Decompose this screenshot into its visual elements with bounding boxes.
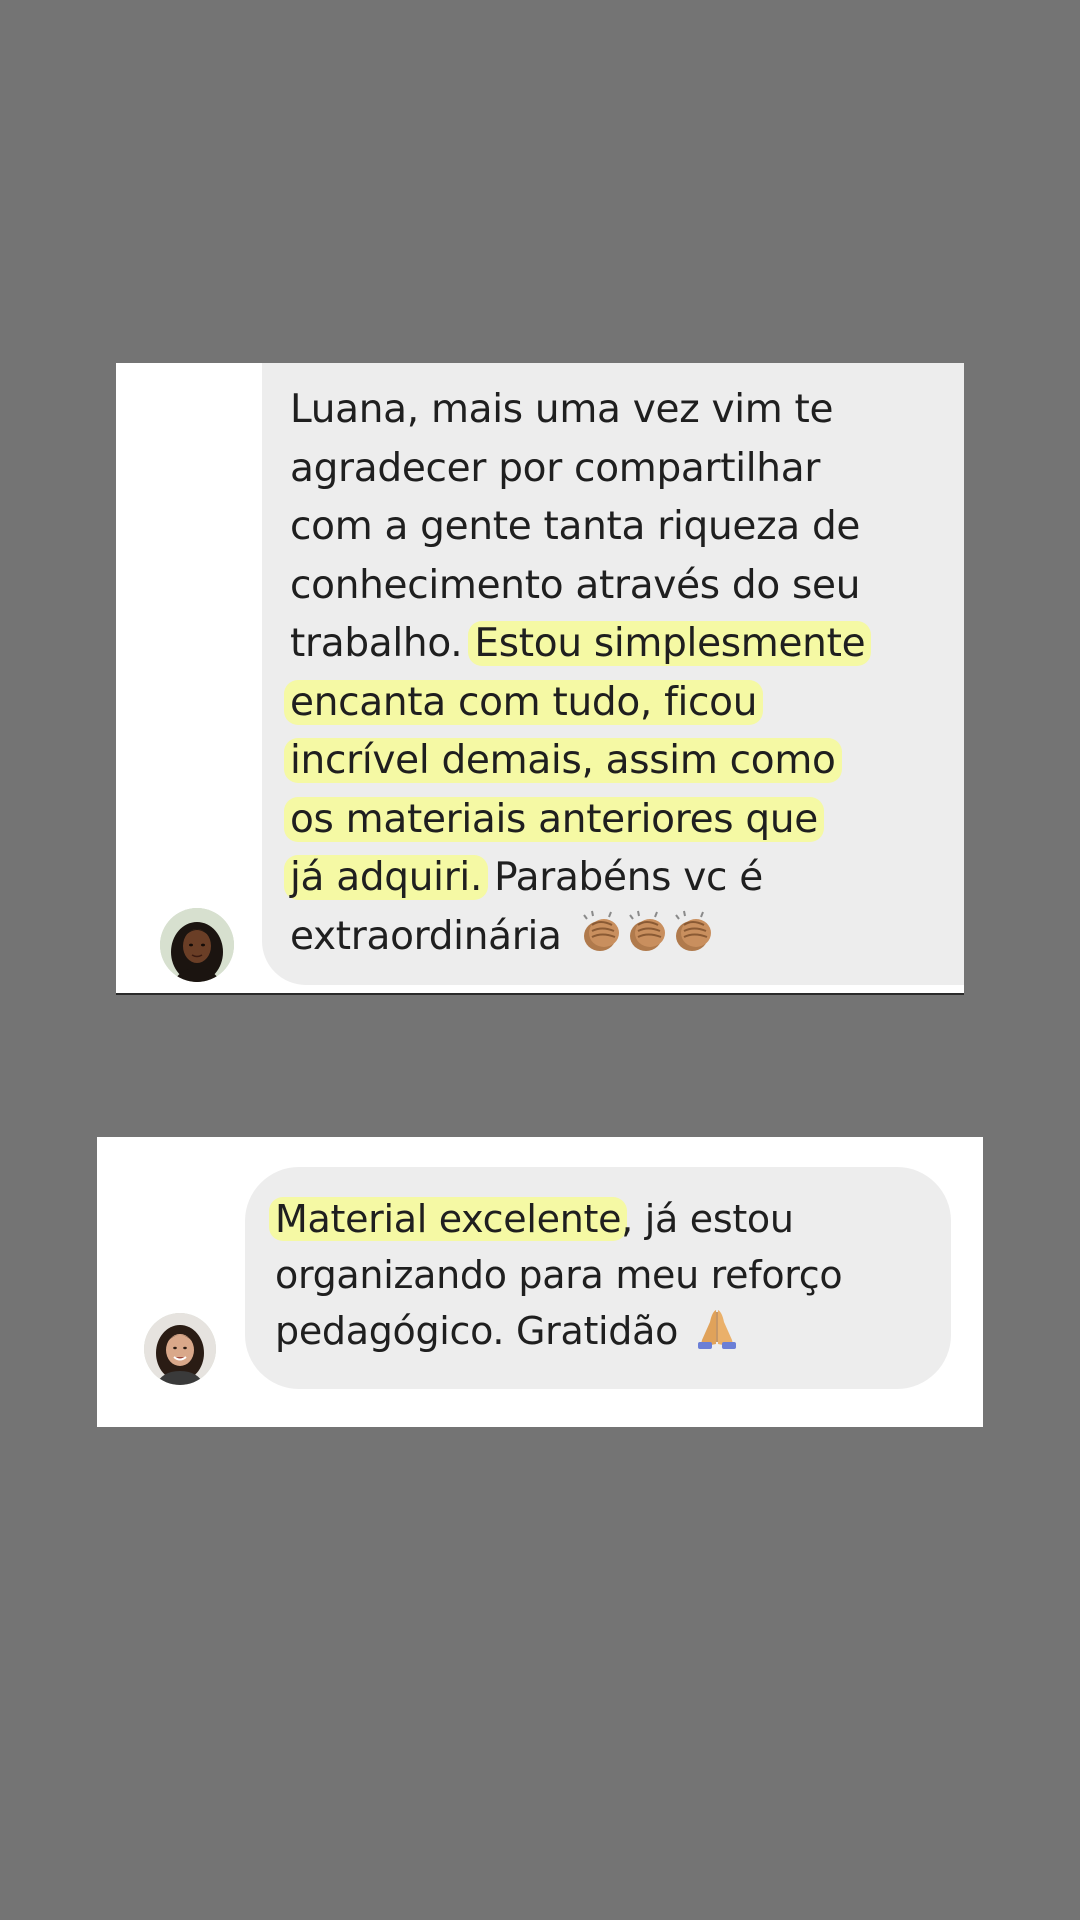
message-line: pedagógico. Gratidão <box>275 1303 951 1359</box>
message-line: Material excelente, já estou <box>269 1191 951 1247</box>
message-line: organizando para meu reforço <box>275 1253 843 1297</box>
highlighted-text: Material excelente <box>269 1197 628 1241</box>
highlighted-text: os materiais anteriores que <box>284 796 824 842</box>
message-line: Luana, mais uma vez vim te <box>290 387 834 432</box>
message-line: conhecimento através do seu <box>290 562 861 608</box>
avatar[interactable] <box>160 908 234 982</box>
message-line: encanta com tudo, ficou <box>284 674 964 733</box>
message-line: os materiais anteriores que <box>284 791 964 850</box>
highlighted-text: encanta com tudo, ficou <box>284 679 764 725</box>
profile-photo-icon <box>160 908 234 982</box>
message-bubble: Luana, mais uma vez vim te agradecer por… <box>262 363 964 985</box>
message-line: com a gente tanta riqueza de <box>290 504 861 549</box>
praying-hands-icon <box>694 1306 740 1350</box>
testimonial-card-1: Luana, mais uma vez vim te agradecer por… <box>116 363 964 995</box>
highlighted-text: já adquiri. <box>284 855 489 900</box>
clapping-hands-icon <box>578 909 716 955</box>
message-line: extraordinária <box>290 908 964 967</box>
avatar[interactable] <box>144 1313 216 1385</box>
profile-photo-icon <box>144 1313 216 1385</box>
message-line: já adquiri. Parabéns vc é <box>284 849 964 908</box>
message-line: trabalho. Estou simplesmente <box>290 615 964 674</box>
message-bubble: Material excelente, já estou organizando… <box>245 1167 951 1389</box>
testimonial-card-2: Material excelente, já estou organizando… <box>97 1137 983 1427</box>
message-line: incrível demais, assim como <box>284 732 964 791</box>
highlighted-text: incrível demais, assim como <box>284 738 842 783</box>
highlighted-text: Estou simplesmente <box>468 621 872 666</box>
message-line: agradecer por compartilhar <box>290 445 821 491</box>
